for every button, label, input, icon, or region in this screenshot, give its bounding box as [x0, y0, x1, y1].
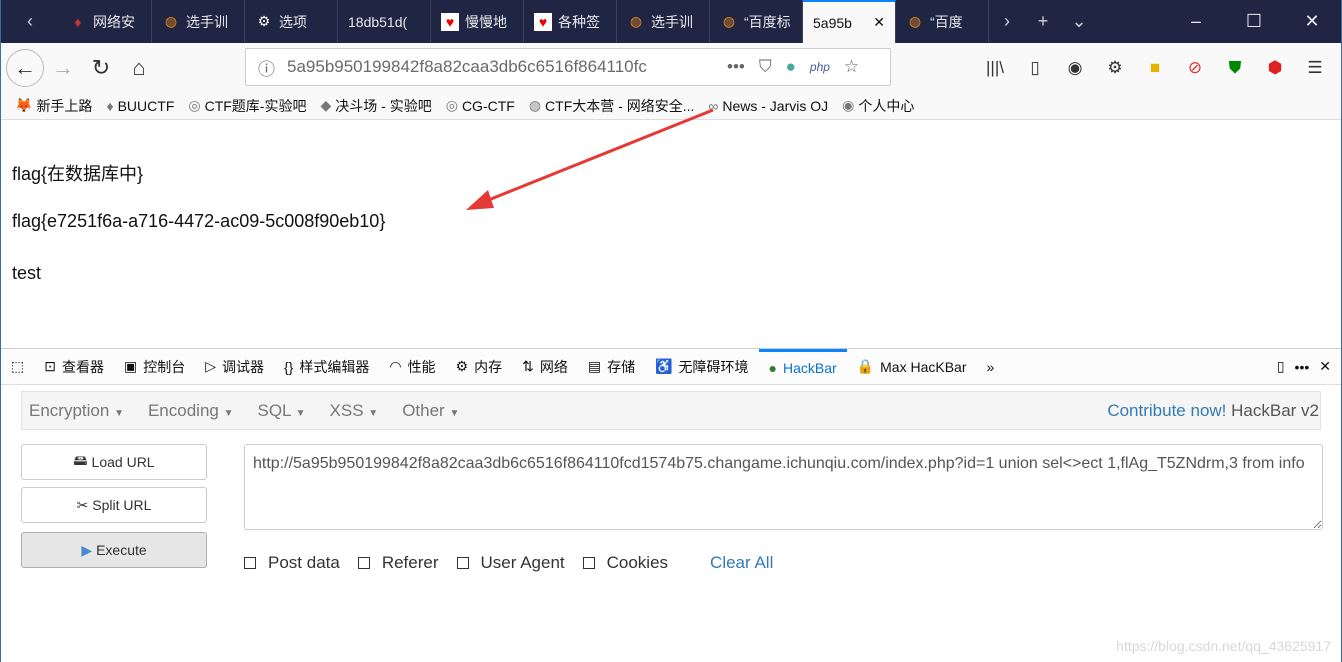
devtools-tab-label: 查看器: [61, 358, 104, 375]
devtools-tab-icon: ⇅: [522, 358, 534, 374]
checkbox-label: Referer: [381, 553, 439, 572]
devtools-tab[interactable]: ● HackBar: [758, 349, 847, 384]
checkbox[interactable]: [244, 557, 256, 569]
devtools-tab-icon: ▤: [587, 358, 602, 374]
url-textarea[interactable]: http://5a95b950199842f8a82caa3db6c6516f8…: [244, 444, 1323, 530]
hackbar-panel: Encryption ▼ Encoding ▼ SQL ▼ XSS ▼ Other ▼ C…: [1, 385, 1341, 662]
devtools-tab[interactable]: ⊡ 查看器: [34, 349, 114, 384]
devtools-tab-label: 无障碍环境: [678, 358, 749, 375]
checkbox[interactable]: [582, 557, 595, 569]
option-checkbox[interactable]: User Agent: [456, 553, 565, 573]
devtools-tab-label: 内存: [474, 358, 503, 375]
devtools-tab-label: 性能: [407, 358, 436, 375]
menu-label: Encryption: [29, 400, 110, 420]
devtools-tab[interactable]: {} 样式编辑器: [274, 349, 379, 384]
hackbar-menu-item[interactable]: XSS ▼: [330, 401, 379, 421]
caret-down-icon: ▼: [295, 407, 306, 419]
devtools-tab[interactable]: ▣ 控制台: [114, 349, 195, 384]
load-url-label: Load URL: [91, 454, 155, 470]
menu-label: Other: [402, 400, 445, 420]
devtools-tab-label: Max HacKBar: [880, 358, 967, 375]
checkbox-label: Post data: [268, 553, 340, 572]
devtools-tab-icon: 🔒: [856, 358, 875, 374]
more-tabs-icon[interactable]: »: [976, 349, 1004, 384]
devtools-tab-icon: ♿: [655, 358, 673, 374]
caret-down-icon: ▼: [368, 407, 379, 419]
checkbox[interactable]: [456, 557, 469, 569]
devtools-tab-label: 调试器: [221, 358, 264, 375]
devtools-tab[interactable]: ♿ 无障碍环境: [645, 349, 758, 384]
clear-all-link[interactable]: Clear All: [710, 553, 773, 573]
hackbar-menu-item[interactable]: Encoding ▼: [148, 401, 234, 421]
load-url-button[interactable]: 🖴 Load URL: [21, 444, 207, 480]
execute-button[interactable]: ▶ Execute: [21, 532, 207, 568]
execute-label: Execute: [96, 542, 147, 558]
split-url-label: Split URL: [92, 497, 152, 513]
menu-label: Encoding: [147, 400, 219, 420]
menu-label: XSS: [329, 400, 364, 420]
checkbox-label: Cookies: [606, 553, 669, 572]
hackbar-menu-item[interactable]: SQL ▼: [258, 401, 306, 421]
devtools-toolbar: ⬚ ⊡ 查看器 ▣ 控制台 ▷ 调试器 {} 样式编辑器 ◠ 性能 ⚙ 内存 ⇅ 网络 ▤ 存储 ♿ 无障碍环境 ●…: [1, 348, 1341, 385]
caret-down-icon: ▼: [223, 407, 234, 419]
watermark: https://blog.csdn.net/qq_43625917: [1116, 638, 1331, 654]
devtools-tab[interactable]: ⇅ 网络: [512, 349, 578, 384]
dock-icon[interactable]: ▯: [1267, 349, 1295, 384]
devtools-tab-icon: ⊡: [44, 358, 56, 374]
devtools-tab-label: 网络: [539, 358, 568, 375]
devtools-tab[interactable]: ▤ 存储: [578, 349, 645, 384]
devtools-tab-label: 控制台: [143, 358, 186, 375]
devtools-tab-icon: ⚙: [455, 358, 469, 374]
option-checkbox[interactable]: Post data: [244, 553, 340, 573]
devtools-menu-icon[interactable]: •••: [1295, 349, 1310, 384]
devtools-tab[interactable]: 🔒 Max HacKBar: [847, 349, 977, 384]
options: Post data Referer User Agent Cookies Clear A…: [244, 553, 773, 573]
contribute-link[interactable]: Contribute now!: [1107, 401, 1226, 420]
devtools-tab-icon: ▣: [123, 358, 138, 374]
devtools-tab-label: 样式编辑器: [299, 358, 370, 375]
option-checkbox[interactable]: Cookies: [582, 553, 669, 573]
devtools-tab-label: 存储: [607, 358, 636, 375]
load-icon: 🖴: [73, 452, 88, 468]
caret-down-icon: ▼: [114, 407, 124, 419]
play-icon: ▶: [81, 541, 93, 558]
element-picker-icon[interactable]: ⬚: [1, 349, 34, 384]
close-devtools-icon[interactable]: ✕: [1309, 349, 1341, 384]
scissors-icon: ✂: [76, 496, 89, 513]
checkbox[interactable]: [357, 557, 370, 569]
devtools-tab-icon: {}: [283, 358, 294, 375]
devtools-tab-icon: ▷: [205, 358, 216, 374]
devtools-tab-icon: ●: [768, 360, 777, 376]
hackbar-menu: Encryption ▼ Encoding ▼ SQL ▼ XSS ▼ Other ▼ C…: [21, 391, 1321, 430]
checkbox-label: User Agent: [480, 553, 565, 572]
devtools-tab[interactable]: ▷ 调试器: [195, 349, 274, 384]
devtools-tab[interactable]: ◠ 性能: [379, 349, 445, 384]
devtools-tab-label: HackBar: [783, 360, 837, 376]
hackbar-menu-item[interactable]: Encryption ▼: [29, 401, 124, 421]
devtools-tab-icon: ◠: [389, 358, 402, 374]
menu-label: SQL: [257, 400, 291, 420]
caret-down-icon: ▼: [449, 407, 460, 419]
hackbar-menu-item[interactable]: Other ▼: [402, 401, 459, 421]
devtools-tab[interactable]: ⚙ 内存: [446, 349, 513, 384]
option-checkbox[interactable]: Referer: [357, 553, 439, 573]
hackbar-version: HackBar v2: [1226, 400, 1319, 420]
split-url-button[interactable]: ✂ Split URL: [21, 487, 207, 523]
